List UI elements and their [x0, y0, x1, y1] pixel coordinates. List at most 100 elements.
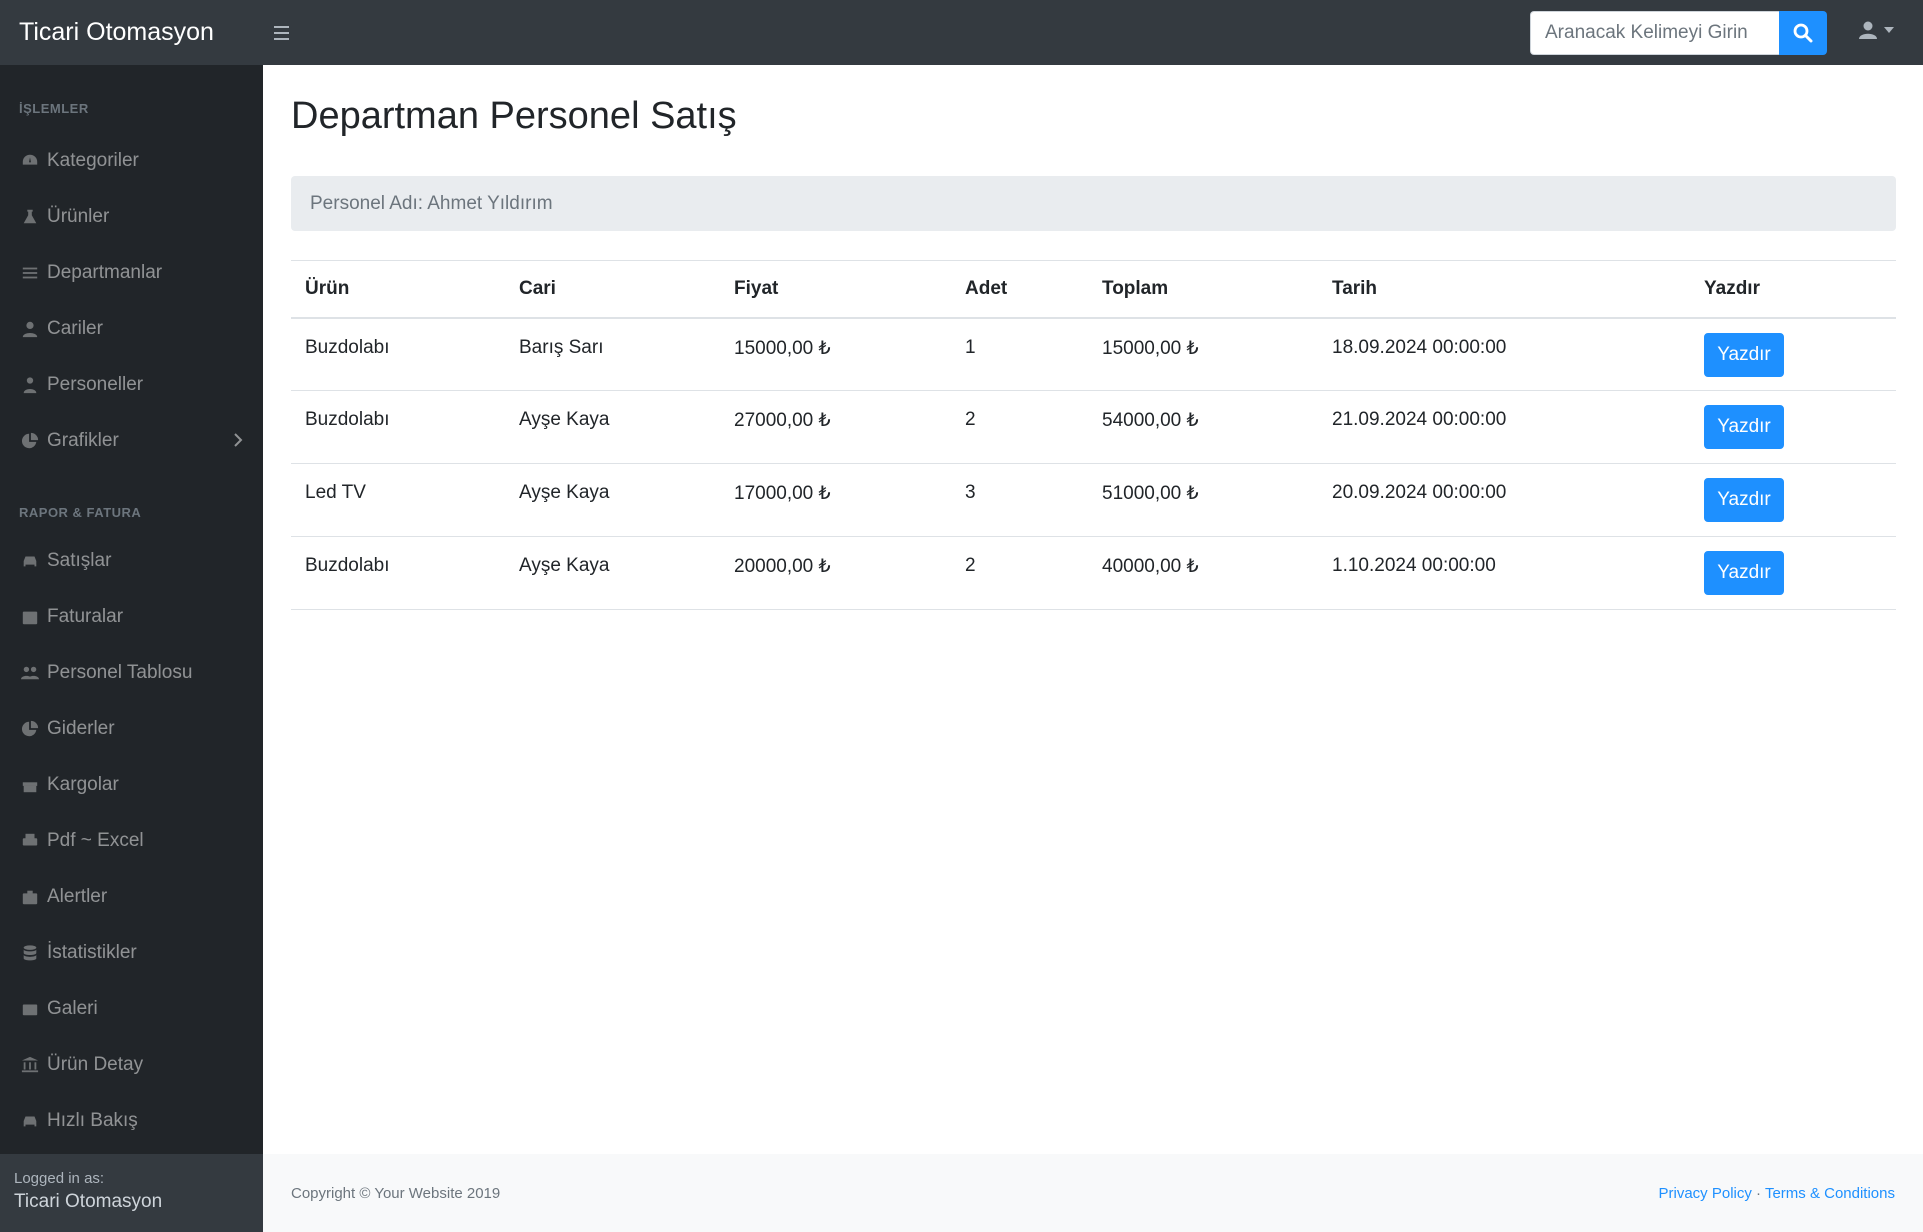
sidebar-item-items2-7[interactable]: İstatistikler [0, 929, 263, 977]
sidebar-item-items2-8[interactable]: Galeri [0, 985, 263, 1033]
sidebar-item-label: Ürünler [47, 206, 110, 227]
table-cell: 17000,00 ₺ [720, 463, 951, 537]
sidebar: İŞLEMLER Kategoriler Ürünler Departmanla… [0, 65, 263, 1232]
table-cell-action: Yazdır [1690, 317, 1896, 391]
table-cell: Ayşe Kaya [505, 463, 720, 537]
privacy-policy-link[interactable]: Privacy Policy [1659, 1185, 1752, 1202]
table-cell: Led TV [291, 463, 505, 537]
page-footer: Copyright © Your Website 2019 Privacy Po… [263, 1154, 1923, 1232]
sidebar-item-items1-4[interactable]: Personeller [0, 361, 263, 409]
breadcrumb: Personel Adı: Ahmet Yıldırım [291, 176, 1896, 231]
table-row: Buzdolabı Ayşe Kaya 20000,00 ₺ 2 40000,00 ₺ 1… [291, 536, 1896, 610]
terms-link[interactable]: Terms & Conditions [1765, 1185, 1895, 1202]
sidebar-item-label: Grafikler [47, 430, 119, 451]
gift-icon [19, 775, 41, 795]
sidebar-item-items2-2[interactable]: Personel Tablosu [0, 649, 263, 697]
search-icon [1793, 23, 1813, 43]
column-header: Yazdır [1690, 260, 1896, 319]
sidebar-item-items2-0[interactable]: Satışlar [0, 537, 263, 585]
sidebar-item-items2-6[interactable]: Alertler [0, 873, 263, 921]
table-row: Buzdolabı Ayşe Kaya 27000,00 ₺ 2 54000,00 ₺ 2… [291, 390, 1896, 464]
search-input[interactable] [1530, 11, 1779, 55]
sales-table: Ürün Cari Fiyat Adet Toplam Tarih Yazdır Buzdo… [291, 260, 1896, 610]
footer-links: Privacy Policy · Terms & Conditions [1659, 1185, 1896, 1202]
sidebar-item-items1-5[interactable]: Grafikler [0, 417, 263, 465]
table-cell-action: Yazdır [1690, 536, 1896, 610]
table-cell: Buzdolabı [291, 536, 505, 610]
sidebar-item-items1-0[interactable]: Kategoriler [0, 137, 263, 185]
bars-icon [19, 263, 41, 283]
sidebar-item-label: Departmanlar [47, 262, 163, 283]
sidebar-toggle-icon[interactable] [274, 18, 304, 48]
table-cell: Ayşe Kaya [505, 536, 720, 610]
table-cell: 18.09.2024 00:00:00 [1318, 317, 1690, 391]
sidebar-item-label: Ürün Detay [47, 1054, 144, 1075]
sidebar-footer: Logged in as: Ticari Otomasyon [0, 1154, 263, 1232]
sidebar-heading-islemler: İŞLEMLER [19, 101, 89, 116]
sidebar-heading-rapor: RAPOR & FATURA [19, 505, 142, 520]
sidebar-item-items2-5[interactable]: Pdf ~ Excel [0, 817, 263, 865]
logged-in-user: Ticari Otomasyon [14, 1191, 163, 1212]
sidebar-item-label: Kargolar [47, 774, 119, 795]
car-icon [19, 551, 41, 571]
sidebar-item-label: Giderler [47, 718, 115, 739]
table-row: Buzdolabı Barış Sarı 15000,00 ₺ 1 15000,00 ₺… [291, 317, 1896, 391]
sidebar-item-label: İstatistikler [47, 942, 137, 963]
top-navbar: Ticari Otomasyon [0, 0, 1923, 65]
table-cell: 15000,00 ₺ [720, 317, 951, 391]
column-header: Tarih [1318, 260, 1690, 319]
flask-icon [19, 207, 41, 227]
table-header-row: Ürün Cari Fiyat Adet Toplam Tarih Yazdır [291, 260, 1896, 319]
print-button[interactable]: Yazdır [1704, 551, 1784, 595]
table-cell: 20000,00 ₺ [720, 536, 951, 610]
sidebar-item-label: Faturalar [47, 606, 124, 627]
column-header: Cari [505, 260, 720, 319]
print-button[interactable]: Yazdır [1704, 332, 1784, 377]
user-tie-icon [19, 375, 41, 395]
sidebar-item-items1-2[interactable]: Departmanlar [0, 249, 263, 297]
sidebar-item-items2-1[interactable]: Faturalar [0, 593, 263, 641]
table-cell-action: Yazdır [1690, 463, 1896, 537]
search-button[interactable] [1779, 11, 1827, 55]
pie-chart-icon [19, 431, 41, 451]
camera-icon [19, 999, 41, 1019]
table-cell: 15000,00 ₺ [1088, 317, 1318, 391]
sidebar-item-items1-3[interactable]: Cariler [0, 305, 263, 353]
sidebar-item-label: Kategoriler [47, 150, 139, 171]
sidebar-item-items2-9[interactable]: Ürün Detay [0, 1041, 263, 1089]
sidebar-item-label: Personel Tablosu [47, 662, 193, 683]
sidebar-item-items1-1[interactable]: Ürünler [0, 193, 263, 241]
calendar-icon [19, 607, 41, 627]
sidebar-item-items2-10[interactable]: Hızlı Bakış [0, 1097, 263, 1145]
table-cell: Barış Sarı [505, 317, 720, 391]
table-cell: 2 [951, 536, 1088, 610]
chevron-down-icon [1884, 27, 1894, 33]
table-cell: Buzdolabı [291, 317, 505, 391]
table-cell-action: Yazdır [1690, 390, 1896, 464]
page-title: Departman Personel Satış [291, 95, 737, 137]
sidebar-item-label: Satışlar [47, 550, 112, 571]
table-cell: Buzdolabı [291, 390, 505, 464]
sidebar-item-label: Cariler [47, 318, 103, 339]
sidebar-item-label: Personeller [47, 374, 144, 395]
user-icon [19, 319, 41, 339]
column-header: Adet [951, 260, 1088, 319]
sidebar-item-items2-3[interactable]: Giderler [0, 705, 263, 753]
logged-in-label: Logged in as: [14, 1170, 105, 1187]
print-button[interactable]: Yazdır [1704, 478, 1784, 522]
column-header: Toplam [1088, 260, 1318, 319]
table-cell: 27000,00 ₺ [720, 390, 951, 464]
table-cell: 54000,00 ₺ [1088, 390, 1318, 464]
app-brand[interactable]: Ticari Otomasyon [0, 18, 262, 47]
table-cell: 1 [951, 317, 1088, 391]
sidebar-item-label: Pdf ~ Excel [47, 830, 144, 851]
briefcase-icon [19, 887, 41, 907]
print-button[interactable]: Yazdır [1704, 405, 1784, 449]
user-dropdown[interactable] [1858, 20, 1894, 40]
chevron-right-icon [234, 433, 243, 447]
table-cell: 21.09.2024 00:00:00 [1318, 390, 1690, 464]
user-icon [1859, 21, 1877, 39]
sidebar-item-items2-4[interactable]: Kargolar [0, 761, 263, 809]
tachometer-icon [19, 151, 41, 171]
table-cell: 51000,00 ₺ [1088, 463, 1318, 537]
